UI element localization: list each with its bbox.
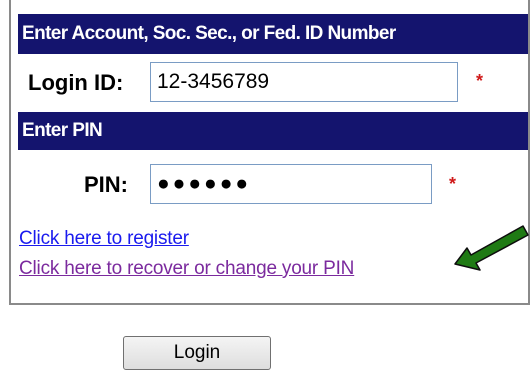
pin-input[interactable] bbox=[150, 164, 432, 204]
login-id-required-mark: * bbox=[476, 71, 484, 91]
login-id-input[interactable] bbox=[150, 62, 458, 102]
login-form-panel: Enter Account, Soc. Sec., or Fed. ID Num… bbox=[9, 0, 530, 305]
pin-required-mark: * bbox=[449, 174, 457, 194]
pin-section-header: Enter PIN bbox=[18, 112, 528, 150]
login-button[interactable]: Login bbox=[123, 336, 271, 370]
login-id-label: Login ID: bbox=[28, 70, 124, 95]
account-section-header: Enter Account, Soc. Sec., or Fed. ID Num… bbox=[18, 14, 528, 54]
register-link[interactable]: Click here to register bbox=[19, 227, 189, 251]
recover-pin-link[interactable]: Click here to recover or change your PIN bbox=[19, 257, 354, 281]
pin-label: PIN: bbox=[84, 172, 128, 197]
arrow-pointing-left-icon bbox=[454, 225, 529, 271]
